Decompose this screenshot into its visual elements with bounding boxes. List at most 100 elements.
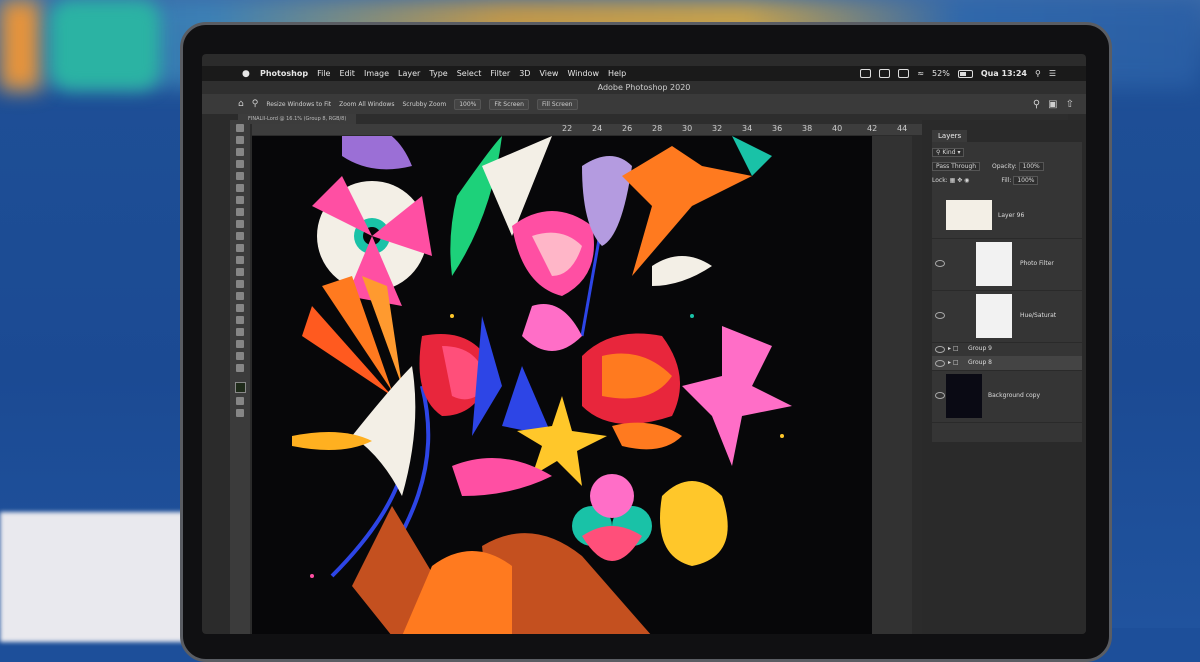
layer-row[interactable]: ▸ □ Group 9: [932, 342, 1082, 357]
menu-file[interactable]: File: [317, 69, 330, 78]
menu-select[interactable]: Select: [457, 69, 482, 78]
share-icon[interactable]: ⇧: [1066, 99, 1074, 110]
dodge-tool-icon[interactable]: [236, 292, 244, 300]
move-tool-icon[interactable]: [236, 124, 244, 132]
menu-type[interactable]: Type: [429, 69, 447, 78]
layer-row-selected[interactable]: ▸ □ Group 8: [932, 356, 1082, 371]
home-icon[interactable]: ⌂: [238, 99, 244, 109]
crop-tool-icon[interactable]: [236, 172, 244, 180]
document-tab[interactable]: FINALII-Lord @ 16.1% (Group 8, RGB/8): [238, 114, 357, 124]
layer-name: Hue/Saturat: [1020, 312, 1057, 319]
ruler-tick: 40: [832, 124, 843, 133]
canvas-area[interactable]: [252, 136, 912, 634]
marquee-tool-icon[interactable]: [236, 136, 244, 144]
menu-window[interactable]: Window: [567, 69, 599, 78]
gradient-tool-icon[interactable]: [236, 268, 244, 276]
shape-tool-icon[interactable]: [236, 340, 244, 348]
ruler-tick: 26: [622, 124, 633, 133]
blend-mode-dropdown[interactable]: Pass Through: [932, 162, 981, 171]
opacity-field[interactable]: 100%: [1018, 162, 1044, 171]
apple-icon[interactable]: ●: [242, 69, 252, 79]
menu-filter[interactable]: Filter: [490, 69, 510, 78]
background-object-orange: [0, 0, 40, 90]
hand-tool-icon[interactable]: [236, 352, 244, 360]
layer-filter-row: ⚲ Kind ▾: [932, 148, 1082, 157]
toolbar: [230, 120, 250, 634]
menu-3d[interactable]: 3D: [519, 69, 530, 78]
options-bar: ⌂ ⚲ Resize Windows to Fit Zoom All Windo…: [202, 94, 1086, 114]
healing-tool-icon[interactable]: [236, 208, 244, 216]
group-folder-icon: ▸ □: [948, 345, 959, 352]
scrubby-zoom-checkbox[interactable]: Scrubby Zoom: [402, 101, 446, 108]
layer-row[interactable]: Photo Filter: [932, 238, 1082, 291]
eraser-tool-icon[interactable]: [236, 256, 244, 264]
screen-mode-icon[interactable]: [236, 409, 244, 417]
history-brush-tool-icon[interactable]: [236, 244, 244, 252]
lock-pixels-icon[interactable]: ▦: [950, 177, 956, 184]
search-icon[interactable]: ⚲: [1033, 99, 1040, 110]
zoom-100-button[interactable]: 100%: [454, 98, 482, 110]
layers-tab[interactable]: Layers: [932, 130, 968, 142]
frame-tool-icon[interactable]: [236, 184, 244, 192]
quick-mask-icon[interactable]: [236, 397, 244, 405]
layer-name: Photo Filter: [1020, 260, 1054, 267]
wifi-icon[interactable]: ≈: [917, 69, 924, 78]
kind-filter-dropdown[interactable]: ⚲ Kind ▾: [932, 148, 965, 157]
blend-row: Pass Through Opacity: 100%: [932, 162, 1082, 171]
lock-all-icon[interactable]: ◉: [964, 177, 969, 184]
control-center-icon[interactable]: ☰: [1049, 69, 1056, 78]
brush-tool-icon[interactable]: [236, 220, 244, 228]
options-right: ⚲ ▣ ⇧: [1033, 99, 1074, 110]
layer-row[interactable]: Hue/Saturat: [932, 290, 1082, 343]
lock-position-icon[interactable]: ✥: [957, 177, 962, 184]
type-tool-icon[interactable]: [236, 316, 244, 324]
zoom-tool-icon[interactable]: [236, 364, 244, 372]
creative-cloud-icon[interactable]: [860, 69, 872, 78]
visibility-eye-icon[interactable]: [935, 346, 945, 353]
fill-screen-button[interactable]: Fill Screen: [536, 98, 578, 110]
layer-name: Background copy: [988, 392, 1041, 399]
visibility-eye-icon[interactable]: [935, 312, 945, 319]
zoom-all-windows-checkbox[interactable]: Zoom All Windows: [339, 101, 394, 108]
menu-app-name[interactable]: Photoshop: [260, 69, 308, 78]
eyedropper-tool-icon[interactable]: [236, 196, 244, 204]
stamp-tool-icon[interactable]: [236, 232, 244, 240]
lock-row: Lock: ▦ ✥ ◉ Fill: 100%: [932, 176, 1082, 185]
blur-tool-icon[interactable]: [236, 280, 244, 288]
sync-icon[interactable]: [879, 69, 891, 78]
layer-name: Group 9: [968, 345, 992, 352]
menu-help[interactable]: Help: [608, 69, 626, 78]
visibility-eye-icon[interactable]: [935, 392, 945, 399]
workspace-icon[interactable]: ▣: [1048, 99, 1057, 110]
layer-row[interactable]: Layer 96: [932, 192, 1082, 239]
fill-label: Fill:: [1001, 177, 1012, 184]
battery-label: 52%: [932, 69, 950, 78]
foreground-color-swatch[interactable]: [234, 382, 246, 393]
fit-screen-button[interactable]: Fit Screen: [489, 98, 529, 110]
layer-row[interactable]: Background copy: [932, 370, 1082, 423]
ruler-tick: 38: [802, 124, 813, 133]
pen-tool-icon[interactable]: [236, 304, 244, 312]
menu-edit[interactable]: Edit: [339, 69, 355, 78]
layer-name: Layer 96: [998, 212, 1025, 219]
battery-icon[interactable]: [957, 69, 973, 78]
visibility-eye-icon[interactable]: [935, 260, 945, 267]
zoom-tool-icon[interactable]: ⚲: [252, 99, 259, 109]
path-select-tool-icon[interactable]: [236, 328, 244, 336]
visibility-eye-icon[interactable]: [935, 360, 945, 367]
artwork-canvas[interactable]: [252, 136, 872, 634]
ruler-tick: 32: [712, 124, 723, 133]
spotlight-search-icon[interactable]: ⚲: [1035, 69, 1041, 78]
fill-field[interactable]: 100%: [1013, 176, 1039, 185]
menu-view[interactable]: View: [539, 69, 558, 78]
menu-layer[interactable]: Layer: [398, 69, 420, 78]
quick-select-tool-icon[interactable]: [236, 160, 244, 168]
clock[interactable]: Qua 13:24: [981, 69, 1027, 78]
layer-name: Group 8: [968, 359, 992, 366]
menu-image[interactable]: Image: [364, 69, 389, 78]
ruler-tick: 28: [652, 124, 663, 133]
ruler-tick: 34: [742, 124, 753, 133]
resize-windows-checkbox[interactable]: Resize Windows to Fit: [266, 101, 331, 108]
mute-icon[interactable]: [898, 69, 910, 78]
lasso-tool-icon[interactable]: [236, 148, 244, 156]
